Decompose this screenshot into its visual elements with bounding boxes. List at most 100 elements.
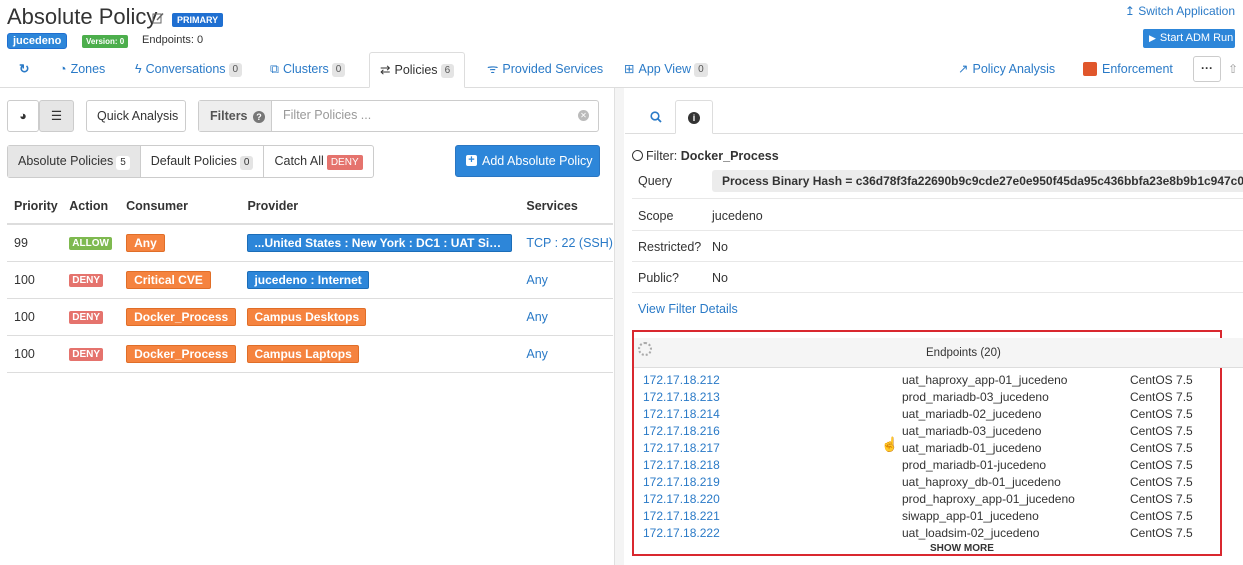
service-link[interactable]: Any [519, 298, 613, 336]
endpoint-os: CentOS 7.5 [1130, 492, 1193, 506]
enforcement-icon [1083, 61, 1097, 76]
play-icon: ▶ [1149, 33, 1156, 43]
provider-tag[interactable]: Campus Laptops [247, 344, 359, 363]
consumer-tag[interactable]: Docker_Process [126, 344, 237, 363]
edit-icon[interactable] [152, 12, 164, 24]
list-item: 172.17.18.217 uat_mariadb-01_jucedeno Ce… [634, 441, 1224, 458]
list-item: 172.17.18.212 uat_haproxy_app-01_juceden… [634, 373, 1224, 390]
tab-catch-all[interactable]: Catch All DENY [264, 146, 372, 177]
primary-badge: PRIMARY [172, 13, 224, 27]
endpoint-ip-link[interactable]: 172.17.18.217 [643, 441, 720, 455]
scope-badge[interactable]: jucedeno [7, 33, 68, 49]
table-row[interactable]: 100 DENY Docker_Process Campus Desktops … [7, 298, 613, 336]
col-consumer[interactable]: Consumer [119, 188, 241, 225]
tab-policy-analysis[interactable]: ↗ Policy Analysis [958, 52, 1055, 88]
endpoint-name: prod_mariadb-01-jucedeno [902, 458, 1047, 472]
collapse-up-icon[interactable]: ⇧ [1228, 62, 1238, 76]
provider-tag[interactable]: jucedeno : Internet [247, 270, 369, 289]
tab-policies[interactable]: ⇄ Policies 6 [369, 52, 466, 88]
service-link[interactable]: Any [519, 261, 613, 299]
endpoint-os: CentOS 7.5 [1130, 526, 1193, 540]
priority-cell: 99 [7, 224, 63, 262]
filter-group: Filters ? Filter Policies ... ✕ [198, 100, 599, 132]
col-provider[interactable]: Provider [240, 188, 520, 225]
start-adm-run-button[interactable]: ▶ Start ADM Run [1143, 29, 1235, 48]
endpoints-title: Endpoints (20) [926, 347, 1001, 359]
restricted-label: Restricted? [638, 240, 702, 254]
info-icon: i [688, 111, 700, 124]
cubes-icon: ⧉ [270, 62, 279, 76]
endpoints-header: Endpoints (20) [634, 338, 1243, 368]
list-item: 172.17.18.218 prod_mariadb-01-jucedeno C… [634, 458, 1224, 475]
endpoint-ip-link[interactable]: 172.17.18.212 [643, 373, 720, 387]
add-absolute-policy-button[interactable]: + Add Absolute Policy [455, 145, 600, 177]
help-icon[interactable]: ? [253, 110, 265, 123]
public-label: Public? [638, 271, 679, 285]
tab-info[interactable]: i [675, 100, 713, 134]
endpoint-ip-link[interactable]: 172.17.18.222 [643, 526, 720, 540]
tab-clusters[interactable]: ⧉ Clusters 0 [270, 52, 346, 88]
tab-provided-services[interactable]: ᯤ Provided Services [487, 52, 603, 88]
endpoint-ip-link[interactable]: 172.17.18.219 [643, 475, 720, 489]
panel-divider[interactable] [614, 88, 624, 565]
endpoint-ip-link[interactable]: 172.17.18.218 [643, 458, 720, 472]
table-row[interactable]: 99 ALLOW Any ...United States : New York… [7, 224, 613, 262]
restricted-row: Restricted? No [632, 231, 1243, 262]
consumer-tag[interactable]: Docker_Process [126, 307, 237, 326]
main-tabs: ↻ ◔ Zones ϟ Conversations 0 ⧉ Clusters 0 ⇄ Pol… [0, 52, 1243, 88]
service-link[interactable]: TCP : 22 (SSH) [519, 224, 613, 262]
endpoint-name: uat_haproxy_db-01_jucedeno [902, 475, 1061, 489]
tab-search[interactable] [637, 100, 675, 134]
table-row[interactable]: 100 DENY Critical CVE jucedeno : Interne… [7, 261, 613, 299]
endpoint-name: uat_loadsim-02_jucedeno [902, 526, 1040, 540]
list-view-button[interactable]: ☰ [39, 100, 74, 132]
pie-chart-icon: ◕ [19, 109, 27, 123]
list-item: 172.17.18.222 uat_loadsim-02_jucedeno Ce… [634, 526, 1224, 543]
endpoint-ip-link[interactable]: 172.17.18.220 [643, 492, 720, 506]
provider-tag[interactable]: ...United States : New York : DC1 : UAT … [247, 233, 513, 252]
tab-zones[interactable]: ◔ Zones [59, 52, 105, 88]
switch-arrow-icon: ↥ [1124, 4, 1135, 18]
clear-filter-icon[interactable]: ✕ [578, 110, 589, 121]
col-services[interactable]: Services [519, 188, 613, 225]
list-icon: ☰ [50, 109, 63, 123]
endpoint-name: siwapp_app-01_jucedeno [902, 509, 1039, 523]
quick-analysis-button[interactable]: Quick Analysis [86, 100, 186, 132]
table-row[interactable]: 100 DENY Docker_Process Campus Laptops A… [7, 335, 613, 373]
provider-tag[interactable]: Campus Desktops [247, 307, 367, 326]
pie-icon: ◔ [59, 62, 67, 76]
tab-enforcement[interactable]: Enforcement [1083, 52, 1173, 88]
priority-cell: 100 [7, 335, 63, 373]
page-title: Absolute Policy [7, 4, 158, 29]
more-options-button[interactable]: ··· [1193, 56, 1221, 82]
table-header-row: Priority Action Consumer Provider Servic… [7, 188, 613, 225]
action-badge: DENY [69, 311, 104, 324]
endpoint-ip-link[interactable]: 172.17.18.213 [643, 390, 720, 404]
filter-title: Filter: Docker_Process [632, 149, 779, 163]
switch-application-link[interactable]: ↥ Switch Application [1125, 4, 1235, 18]
col-priority[interactable]: Priority [7, 188, 63, 225]
endpoint-ip-link[interactable]: 172.17.18.214 [643, 407, 720, 421]
action-badge: DENY [69, 348, 104, 361]
filter-policies-input[interactable]: Filter Policies ... [283, 108, 371, 122]
action-badge: DENY [69, 274, 104, 287]
view-filter-details-link[interactable]: View Filter Details [638, 302, 738, 316]
consumer-tag[interactable]: Any [126, 233, 165, 252]
service-link[interactable]: Any [519, 335, 613, 373]
tab-default-policies[interactable]: Default Policies 0 [141, 146, 265, 177]
tab-absolute-policies[interactable]: Absolute Policies 5 [8, 146, 141, 177]
show-more-button[interactable]: SHOW MORE [930, 543, 994, 554]
endpoint-os: CentOS 7.5 [1130, 475, 1193, 489]
consumer-tag[interactable]: Critical CVE [126, 270, 211, 289]
version-badge[interactable]: Version: 0 [82, 35, 129, 48]
query-label: Query [638, 174, 673, 188]
chart-view-button[interactable]: ◕ [7, 100, 39, 132]
tab-conversations[interactable]: ϟ Conversations 0 [135, 52, 243, 88]
endpoint-name: uat_haproxy_app-01_jucedeno [902, 373, 1068, 387]
tab-app-view[interactable]: ⊞ App View 0 [624, 52, 708, 88]
endpoint-ip-link[interactable]: 172.17.18.216 [643, 424, 720, 438]
tab-refresh[interactable]: ↻ [19, 52, 33, 88]
action-badge: ALLOW [69, 237, 112, 251]
endpoint-ip-link[interactable]: 172.17.18.221 [643, 509, 720, 523]
col-action[interactable]: Action [62, 188, 120, 225]
